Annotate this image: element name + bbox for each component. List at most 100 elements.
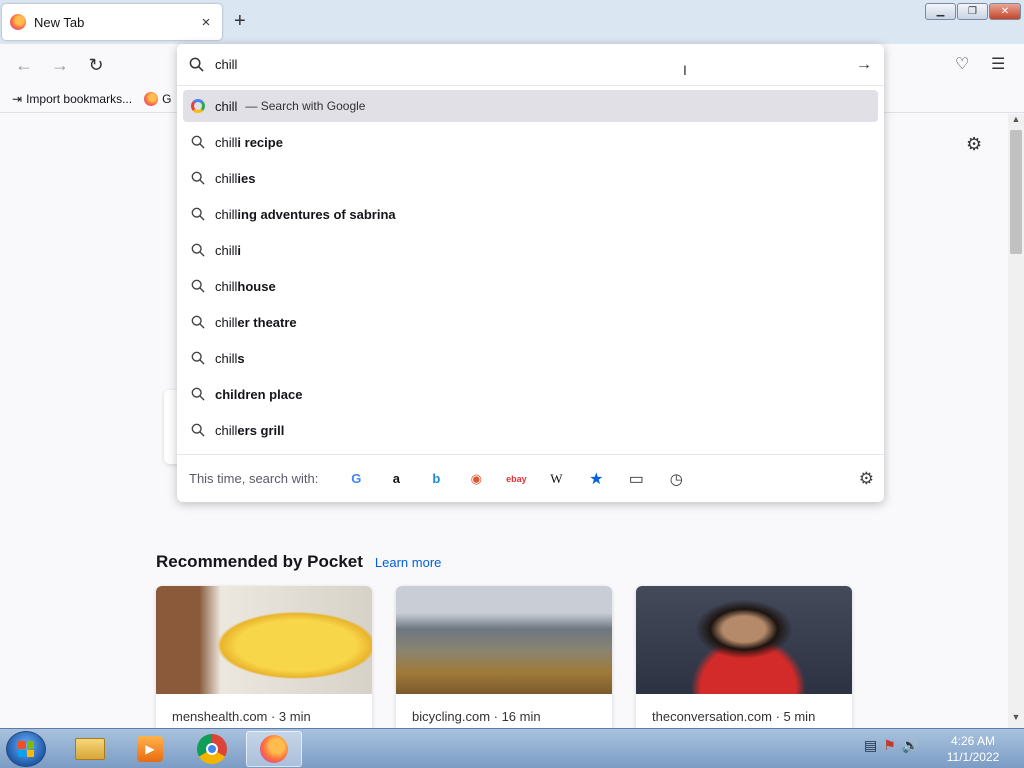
search-icon <box>191 423 215 437</box>
urlbar-dropdown: → I chill — Search with Google chilli re… <box>177 44 884 502</box>
suggestion-typed: chill <box>215 242 238 258</box>
explorer-taskbar-icon[interactable] <box>62 731 118 767</box>
suggestion-typed: chill <box>215 98 238 114</box>
urlbar-input[interactable] <box>215 57 844 72</box>
volume-icon[interactable]: 🔊 <box>902 737 919 754</box>
one-off-label: This time, search with: <box>189 471 319 486</box>
suggestion-typed: chill <box>215 278 238 294</box>
suggestion-list: chill — Search with Google chill i recipe… <box>183 90 878 448</box>
system-clock[interactable]: 4:26 AM 11/1/2022 <box>938 733 1008 765</box>
close-window-button[interactable]: ✕ <box>989 3 1021 20</box>
pocket-heading: Recommended by Pocket Learn more <box>156 552 441 572</box>
suggestion-completion: ing adventures of sabrina <box>237 206 396 222</box>
search-icon <box>191 171 215 185</box>
wikipedia-icon[interactable]: W <box>536 464 576 494</box>
one-off-search-bar: This time, search with: G a b ◉ ebay W ★… <box>177 454 884 502</box>
suggestion-completion: ies <box>237 170 256 186</box>
urlbar: → I <box>177 44 884 86</box>
duckduckgo-icon[interactable]: ◉ <box>456 464 496 494</box>
pocket-card[interactable]: theconversation.com · 5 min <box>636 586 852 746</box>
scroll-up-icon[interactable]: ▲ <box>1008 114 1024 130</box>
pocket-card[interactable]: bicycling.com · 16 min <box>396 586 612 746</box>
ebay-icon[interactable]: ebay <box>496 464 536 494</box>
pocket-card[interactable]: menshealth.com · 3 min <box>156 586 372 746</box>
bookmark-label: Import bookmarks... <box>26 92 133 106</box>
back-icon[interactable]: ← <box>13 54 35 76</box>
card-image <box>396 586 612 694</box>
amazon-icon[interactable]: a <box>376 464 416 494</box>
tabs-icon[interactable]: ▭ <box>616 464 656 494</box>
windows-logo-icon <box>18 741 34 757</box>
learn-more-link[interactable]: Learn more <box>375 555 441 570</box>
suggestion-completion: ers grill <box>237 422 285 438</box>
suggestion-item[interactable]: chill s <box>183 340 878 376</box>
google-icon[interactable]: G <box>336 464 376 494</box>
suggestion-typed: chill <box>215 134 238 150</box>
bookmark-import[interactable]: ⇥ Import bookmarks... <box>12 92 132 106</box>
chrome-taskbar-icon[interactable] <box>184 731 240 767</box>
suggestion-typed: chill <box>215 314 238 330</box>
menu-icon[interactable]: ☰ <box>991 54 1005 74</box>
scroll-down-icon[interactable]: ▼ <box>1008 712 1024 728</box>
suggestion-typed: chill <box>215 350 238 366</box>
new-tab-button[interactable]: + <box>234 10 246 32</box>
suggestion-completion: children place <box>215 386 303 402</box>
card-image <box>156 586 372 694</box>
bookmarks-star-icon[interactable]: ★ <box>576 464 616 494</box>
search-icon <box>191 207 215 221</box>
clock-date: 11/1/2022 <box>946 750 1000 764</box>
suggestion-item[interactable]: chill ing adventures of sabrina <box>183 196 878 232</box>
suggestion-completion: house <box>237 278 276 294</box>
suggestion-item[interactable]: children place <box>183 376 878 412</box>
google-icon <box>191 99 215 113</box>
scroll-thumb[interactable] <box>1010 130 1022 254</box>
reload-icon[interactable]: ↻ <box>85 54 107 76</box>
search-icon <box>177 57 215 72</box>
search-icon <box>191 315 215 329</box>
bookmark-firefox[interactable]: G <box>144 92 171 106</box>
suggestion-completion: i recipe <box>237 134 283 150</box>
arrow-right-icon[interactable]: → <box>844 56 884 74</box>
media-player-taskbar-icon[interactable]: ▶ <box>122 731 178 767</box>
import-icon: ⇥ <box>12 92 23 106</box>
suggestion-completion: i <box>237 242 242 258</box>
search-icon <box>191 243 215 257</box>
suggestion-completion: s <box>237 350 245 366</box>
bookmark-label: G <box>162 92 172 106</box>
suggestion-item[interactable]: chill house <box>183 268 878 304</box>
suggestion-item[interactable]: chill ers grill <box>183 412 878 448</box>
tab-close-icon[interactable]: × <box>198 14 214 31</box>
card-image <box>636 586 852 694</box>
firefox-icon <box>144 92 159 106</box>
bing-icon[interactable]: b <box>416 464 456 494</box>
start-button[interactable] <box>6 731 46 767</box>
taskbar: ▶ ▤ ⚑ 🔊 4:26 AM 11/1/2022 <box>0 728 1024 768</box>
search-icon <box>191 135 215 149</box>
page-scrollbar[interactable]: ▲ ▼ <box>1008 114 1024 728</box>
action-center-icon[interactable]: ⚑ <box>883 737 896 754</box>
page-settings-icon[interactable]: ⚙ <box>966 134 982 155</box>
tab-new-tab[interactable]: New Tab × <box>2 4 222 40</box>
restore-button[interactable]: ❐ <box>957 3 988 20</box>
suggestion-item[interactable]: chill ies <box>183 160 878 196</box>
suggestion-item[interactable]: chill er theatre <box>183 304 878 340</box>
search-icon <box>191 387 215 401</box>
history-icon[interactable]: ◷ <box>656 464 696 494</box>
pocket-title: Recommended by Pocket <box>156 552 363 571</box>
suggestion-typed: chill <box>215 422 238 438</box>
suggestion-typed: chill <box>215 170 238 186</box>
forward-icon[interactable]: → <box>49 54 71 76</box>
search-settings-icon[interactable]: ⚙ <box>859 469 874 489</box>
network-icon[interactable]: ▤ <box>864 737 877 754</box>
tab-title: New Tab <box>34 14 85 30</box>
search-icon <box>191 279 215 293</box>
firefox-icon <box>10 14 26 30</box>
suggestion-item[interactable]: chill i <box>183 232 878 268</box>
firefox-taskbar-icon[interactable] <box>246 731 302 767</box>
suggestion-item[interactable]: chill — Search with Google <box>183 90 878 122</box>
suggestion-item[interactable]: chill i recipe <box>183 124 878 160</box>
minimize-button[interactable]: ▁ <box>925 3 956 20</box>
pocket-icon[interactable]: ♡ <box>955 54 969 74</box>
search-icon <box>191 351 215 365</box>
tab-strip: New Tab × + ▁ ❐ ✕ <box>0 0 1024 44</box>
